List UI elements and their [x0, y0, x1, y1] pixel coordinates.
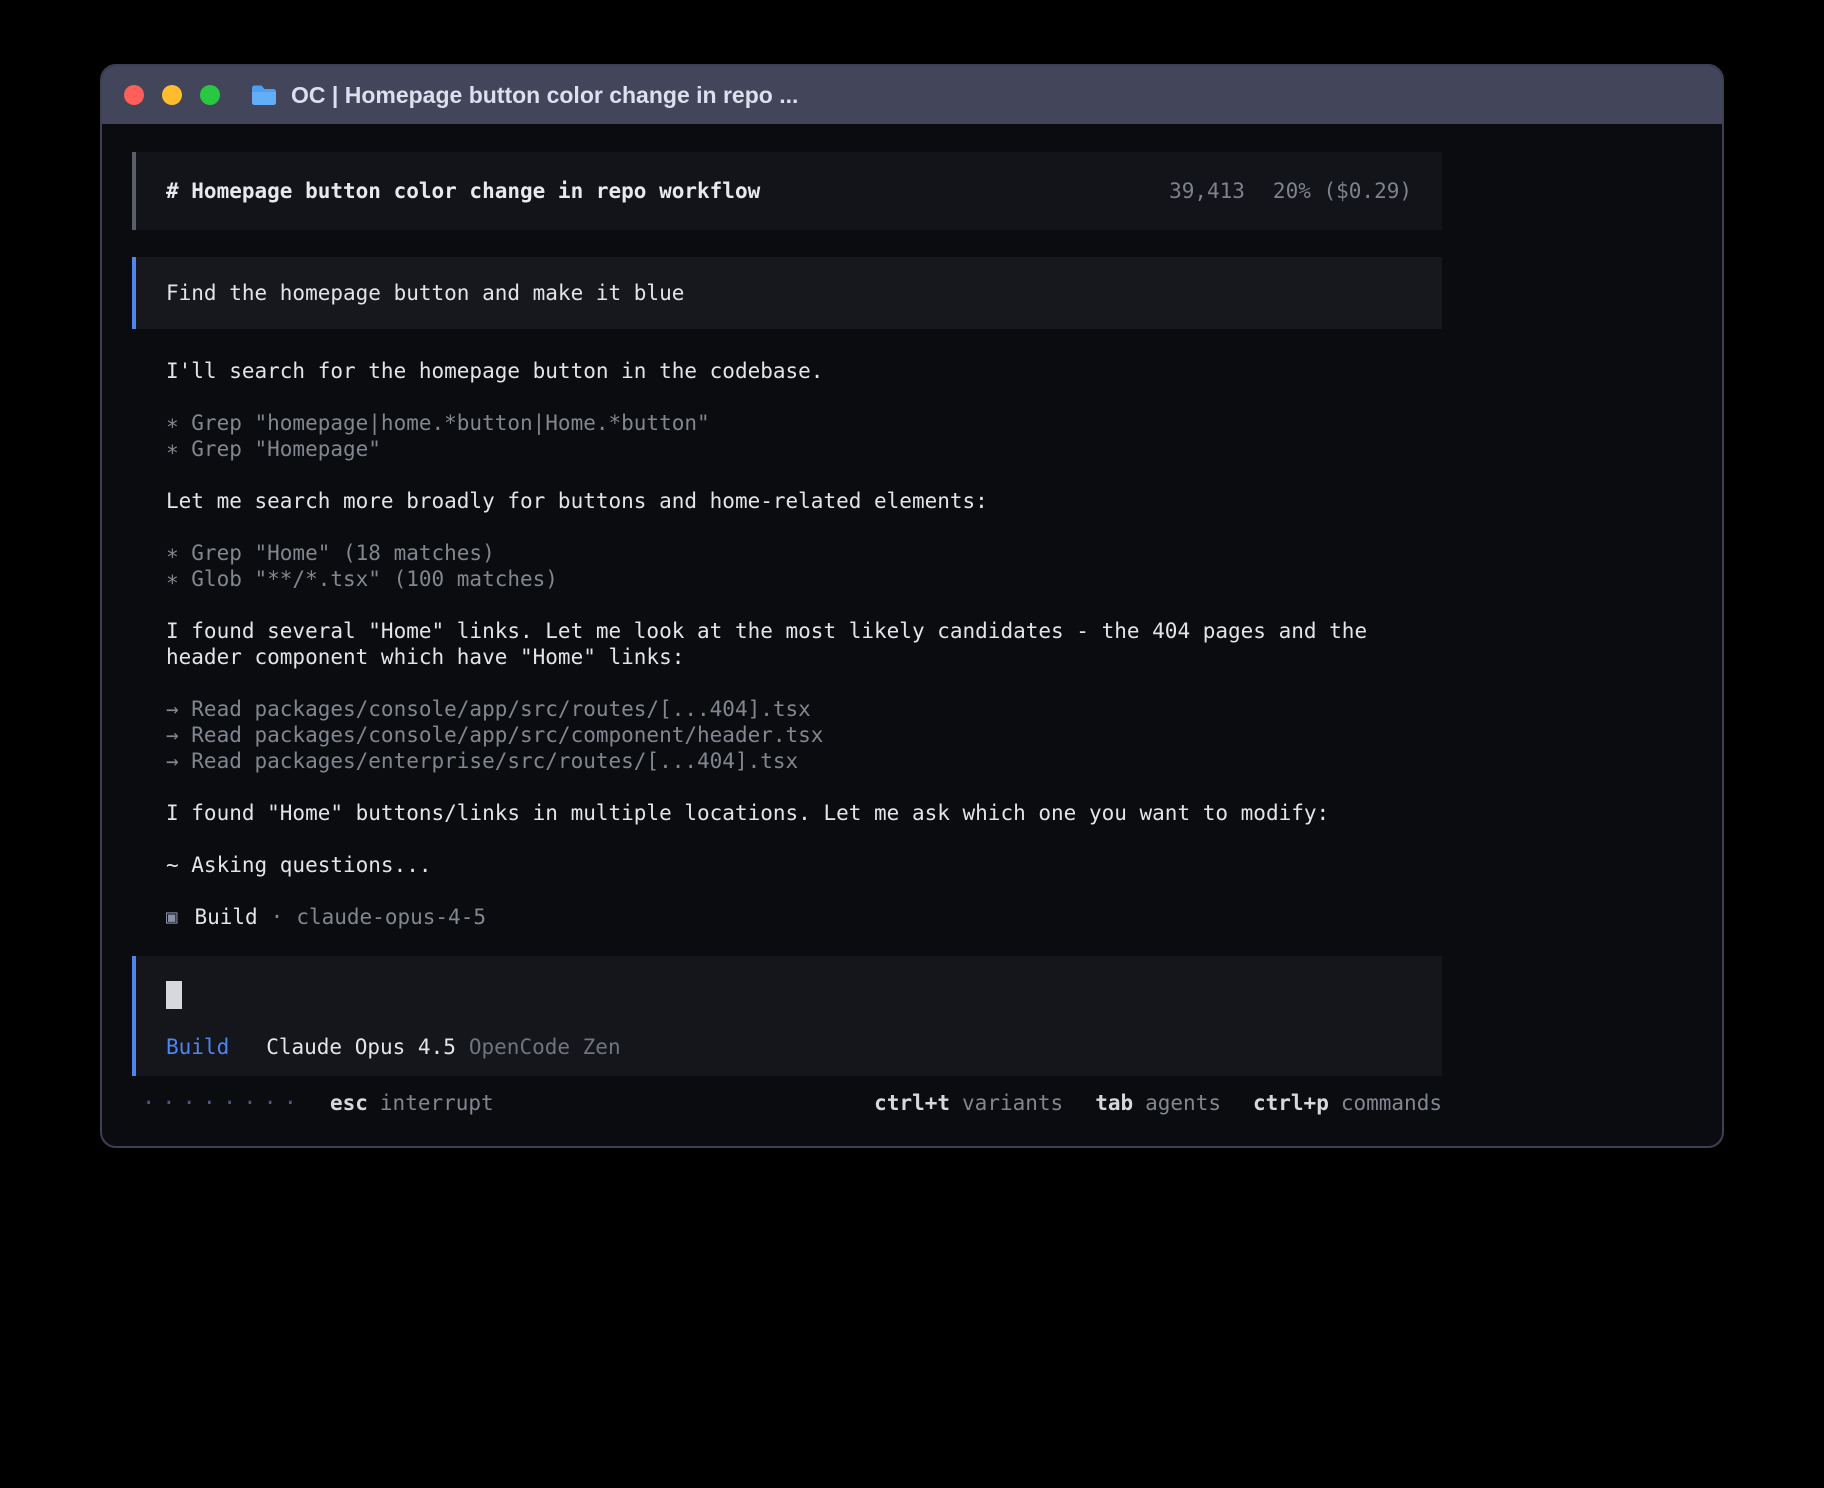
shortcut-commands: ctrl+p commands	[1253, 1091, 1442, 1115]
spinner-dots: ········	[132, 1091, 304, 1116]
commands-label: commands	[1341, 1091, 1442, 1115]
context-usage: 20% ($0.29)	[1273, 179, 1412, 203]
tool-call-read: → Read packages/console/app/src/routes/[…	[166, 696, 1442, 722]
text-cursor	[166, 981, 182, 1009]
tool-call-grep: ∗ Grep "Home" (18 matches)	[166, 540, 1442, 566]
shortcut-agents: tab agents	[1095, 1091, 1221, 1115]
model-provider-label: OpenCode Zen	[469, 1035, 621, 1059]
minimize-button[interactable]	[162, 85, 182, 105]
assistant-text: Let me search more broadly for buttons a…	[166, 488, 1442, 514]
tab-key: tab	[1095, 1091, 1133, 1115]
ctrl-p-key: ctrl+p	[1253, 1091, 1329, 1115]
tool-call-glob: ∗ Glob "**/*.tsx" (100 matches)	[166, 566, 1442, 592]
shortcut-interrupt: esc interrupt	[330, 1091, 494, 1115]
tool-call-group: ∗ Grep "homepage|home.*button|Home.*butt…	[166, 410, 1442, 462]
input-statusline: Build Claude Opus 4.5 OpenCode Zen	[166, 1035, 1412, 1059]
assistant-response: I'll search for the homepage button in t…	[132, 358, 1442, 930]
assistant-text: I'll search for the homepage button in t…	[166, 358, 1442, 384]
esc-key: esc	[330, 1091, 368, 1115]
agents-label: agents	[1145, 1091, 1221, 1115]
session-stats: 39,413 20% ($0.29)	[1169, 179, 1412, 203]
assistant-paragraph: I'll search for the homepage button in t…	[166, 358, 1442, 384]
asking-questions-status: ~ Asking questions...	[166, 852, 1442, 878]
prompt-input[interactable]: Build Claude Opus 4.5 OpenCode Zen	[132, 956, 1442, 1076]
agent-mode-label[interactable]: Build	[166, 1035, 229, 1059]
agent-model: claude-opus-4-5	[296, 904, 486, 930]
agent-name: Build	[194, 904, 257, 930]
session-title: # Homepage button color change in repo w…	[166, 179, 760, 203]
zoom-button[interactable]	[200, 85, 220, 105]
esc-label: interrupt	[380, 1091, 494, 1115]
tool-call-read: → Read packages/console/app/src/componen…	[166, 722, 1442, 748]
shortcut-hints: ctrl+t variants tab agents ctrl+p comman…	[874, 1091, 1442, 1115]
status-bar: ········ esc interrupt ctrl+t variants t…	[132, 1089, 1442, 1117]
session-header: # Homepage button color change in repo w…	[132, 152, 1442, 230]
token-count: 39,413	[1169, 179, 1245, 203]
tool-call-group: → Read packages/console/app/src/routes/[…	[166, 696, 1442, 774]
terminal-window: OC | Homepage button color change in rep…	[100, 64, 1724, 1148]
assistant-paragraph: I found several "Home" links. Let me loo…	[166, 618, 1442, 670]
folder-icon	[250, 84, 278, 107]
terminal-body: # Homepage button color change in repo w…	[132, 152, 1442, 1117]
assistant-status: ~ Asking questions...	[166, 852, 1442, 878]
tool-call-group: ∗ Grep "Home" (18 matches) ∗ Glob "**/*.…	[166, 540, 1442, 592]
tool-call-grep: ∗ Grep "Homepage"	[166, 436, 1442, 462]
tool-call-grep: ∗ Grep "homepage|home.*button|Home.*butt…	[166, 410, 1442, 436]
tool-call-read: → Read packages/enterprise/src/routes/[.…	[166, 748, 1442, 774]
window-titlebar[interactable]: OC | Homepage button color change in rep…	[102, 66, 1722, 124]
agent-icon: ▣	[166, 904, 177, 930]
close-button[interactable]	[124, 85, 144, 105]
shortcut-variants: ctrl+t variants	[874, 1091, 1063, 1115]
user-message-text: Find the homepage button and make it blu…	[166, 281, 684, 305]
ctrl-t-key: ctrl+t	[874, 1091, 950, 1115]
assistant-text: I found "Home" buttons/links in multiple…	[166, 800, 1442, 826]
variants-label: variants	[962, 1091, 1063, 1115]
traffic-lights	[124, 85, 220, 105]
user-message: Find the homepage button and make it blu…	[132, 257, 1442, 329]
assistant-paragraph: I found "Home" buttons/links in multiple…	[166, 800, 1442, 826]
assistant-text: I found several "Home" links. Let me loo…	[166, 618, 1442, 670]
model-name-label[interactable]: Claude Opus 4.5	[266, 1035, 456, 1059]
assistant-paragraph: Let me search more broadly for buttons a…	[166, 488, 1442, 514]
agent-separator: ·	[271, 904, 284, 930]
window-title: OC | Homepage button color change in rep…	[291, 82, 798, 109]
agent-status-line: ▣ Build · claude-opus-4-5	[166, 904, 1442, 930]
